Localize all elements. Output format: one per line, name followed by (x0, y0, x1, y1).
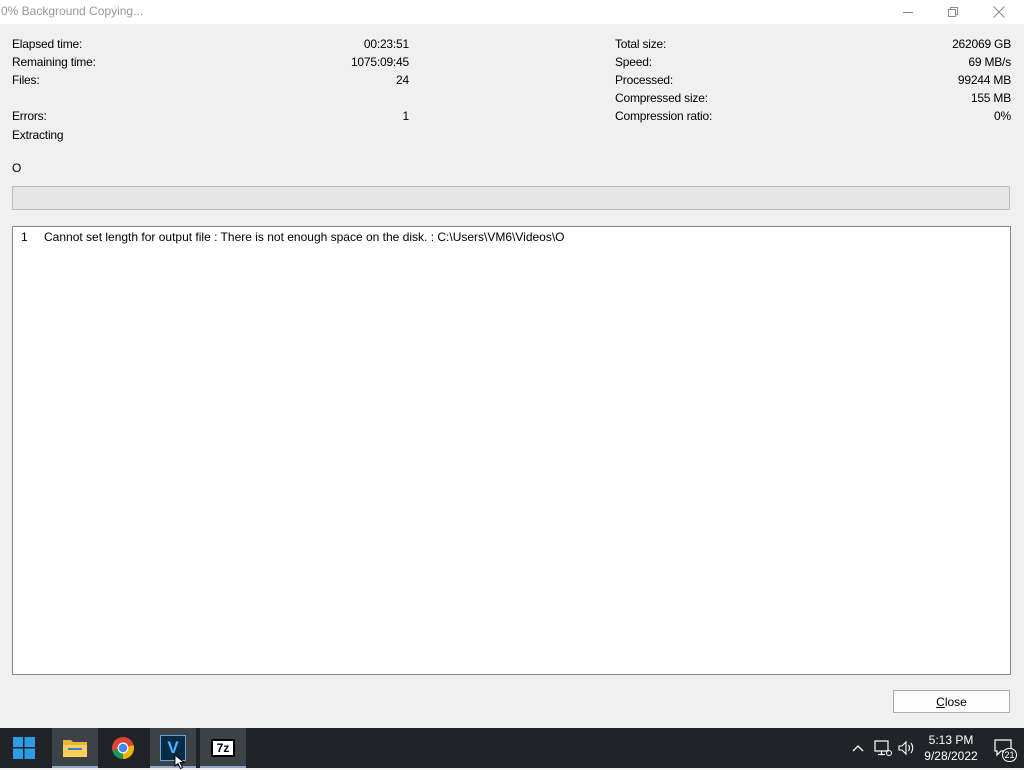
compressed-size-label: Compressed size: (615, 91, 708, 105)
volume-button[interactable] (896, 728, 918, 768)
processed-label: Processed: (615, 73, 674, 87)
total-size-label: Total size: (615, 37, 667, 51)
clock-time: 5:13 PM (928, 733, 974, 747)
compressed-size-value: 155 MB (970, 91, 1011, 105)
title-bar[interactable]: 0% Background Copying... (0, 0, 1024, 24)
minimize-button[interactable] (885, 0, 931, 24)
network-icon (874, 740, 892, 756)
notification-count-badge: 21 (1002, 748, 1017, 762)
taskbar-file-explorer[interactable] (52, 728, 98, 768)
chevron-up-icon (852, 745, 864, 752)
progress-bar (12, 186, 1010, 210)
taskbar-chrome[interactable] (100, 728, 146, 768)
speed-label: Speed: (615, 55, 652, 69)
errors-value: 1 (402, 109, 410, 123)
remaining-time-value: 1075:09:45 (350, 55, 409, 69)
close-button[interactable]: Close (893, 690, 1010, 713)
close-window-button[interactable] (976, 0, 1022, 24)
speaker-icon (898, 740, 914, 756)
restore-button[interactable] (930, 0, 976, 24)
taskbar: V 7z 5:13 PM 9/28/2022 21 (0, 728, 1024, 770)
seven-zip-progress-window: 0% Background Copying... Elapsed time: 0… (0, 0, 1024, 728)
action-center-button[interactable]: 21 (988, 728, 1020, 768)
clock-date: 9/28/2022 (924, 749, 978, 763)
speed-value: 69 MB/s (968, 55, 1011, 69)
remaining-time-label: Remaining time: (12, 55, 96, 69)
7zip-icon: 7z (211, 739, 235, 757)
error-list-item[interactable]: 1 Cannot set length for output file : Th… (13, 230, 1010, 246)
clock-button[interactable]: 5:13 PM 9/28/2022 (920, 728, 982, 768)
error-index: 1 (21, 230, 28, 244)
processed-value: 99244 MB (957, 73, 1011, 87)
chrome-icon (112, 737, 134, 759)
elapsed-time-value: 00:23:51 (363, 37, 409, 51)
compression-ratio-label: Compression ratio: (615, 109, 713, 123)
close-button-mnemonic: C (936, 694, 945, 709)
start-button[interactable] (0, 728, 48, 768)
close-button-label: lose (944, 694, 967, 709)
error-message: Cannot set length for output file : Ther… (44, 230, 565, 244)
show-hidden-icons-button[interactable] (848, 728, 868, 768)
minimize-icon (903, 12, 913, 13)
taskbar-veracrypt[interactable]: V (150, 728, 196, 770)
taskbar-7zip[interactable]: 7z (200, 728, 246, 768)
elapsed-time-label: Elapsed time: (12, 37, 83, 51)
compression-ratio-value: 0% (994, 109, 1011, 123)
current-file-name: O (12, 161, 22, 175)
close-icon (993, 6, 1005, 18)
file-explorer-icon (63, 740, 87, 757)
total-size-value: 262069 GB (952, 37, 1011, 51)
restore-icon (948, 7, 958, 17)
files-value: 24 (396, 73, 409, 87)
network-status-button[interactable] (872, 728, 894, 768)
files-label: Files: (12, 73, 40, 87)
window-title: 0% Background Copying... (1, 4, 144, 18)
operation-status: Extracting (12, 128, 64, 142)
errors-label: Errors: (12, 109, 47, 123)
windows-start-icon (13, 737, 35, 759)
error-list[interactable]: 1 Cannot set length for output file : Th… (12, 226, 1011, 675)
